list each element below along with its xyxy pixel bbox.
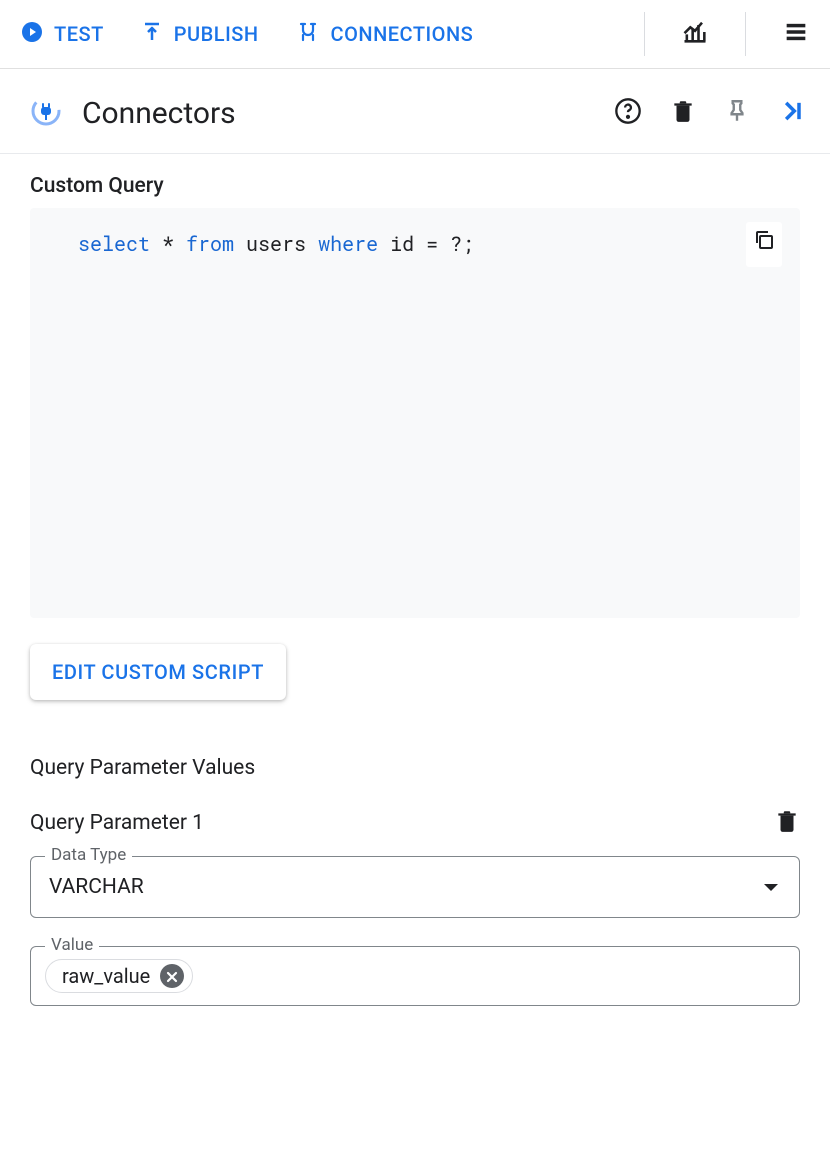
query-code-block: select * from users where id = ?; — [30, 208, 800, 618]
help-button[interactable] — [610, 93, 646, 133]
connector-icon — [30, 95, 62, 131]
kw-from: from — [186, 231, 234, 257]
connections-button[interactable]: CONNECTIONS — [295, 20, 474, 49]
kw-select: select — [78, 231, 150, 257]
upload-icon — [140, 20, 164, 49]
delete-param-button[interactable] — [774, 808, 800, 838]
data-type-select[interactable]: VARCHAR — [31, 857, 799, 917]
data-type-field[interactable]: Data Type VARCHAR — [30, 856, 800, 918]
data-type-legend: Data Type — [45, 845, 132, 865]
chevron-collapse-icon — [778, 97, 806, 129]
publish-button[interactable]: PUBLISH — [140, 20, 259, 49]
chip-text: raw_value — [62, 964, 150, 988]
collapse-button[interactable] — [774, 93, 810, 133]
custom-query-label: Custom Query — [30, 174, 800, 198]
kw-where: where — [318, 231, 378, 257]
divider — [644, 12, 645, 56]
query-param-values-label: Query Parameter Values — [30, 756, 800, 780]
publish-label: PUBLISH — [174, 22, 259, 46]
panel-header: Connectors — [0, 69, 830, 154]
close-icon — [166, 964, 178, 988]
play-icon — [20, 20, 44, 49]
help-icon — [614, 97, 642, 129]
chevron-down-icon — [763, 875, 779, 899]
test-button[interactable]: TEST — [20, 20, 104, 49]
top-toolbar: TEST PUBLISH CONNECTIONS — [0, 0, 830, 69]
value-field-wrap[interactable]: Value raw_value — [30, 946, 800, 1006]
param-header: Query Parameter 1 — [30, 808, 800, 838]
panel-title: Connectors — [82, 96, 590, 131]
trash-icon — [670, 98, 696, 128]
value-field[interactable]: raw_value — [31, 947, 799, 1005]
param-title: Query Parameter 1 — [30, 811, 204, 835]
trash-icon — [774, 819, 800, 838]
copy-icon — [752, 228, 776, 261]
menu-button[interactable] — [782, 18, 810, 50]
value-legend: Value — [45, 935, 99, 955]
connections-label: CONNECTIONS — [331, 22, 474, 46]
edit-custom-script-button[interactable]: EDIT CUSTOM SCRIPT — [30, 644, 286, 700]
data-type-value: VARCHAR — [49, 875, 144, 899]
pin-button[interactable] — [720, 94, 754, 132]
test-label: TEST — [54, 22, 104, 46]
logs-button[interactable] — [681, 18, 709, 50]
query-text: select * from users where id = ?; — [54, 228, 776, 260]
panel-content: Custom Query select * from users where i… — [0, 154, 830, 1054]
value-chip[interactable]: raw_value — [45, 959, 193, 993]
pin-icon — [724, 98, 750, 128]
divider — [745, 12, 746, 56]
chart-icon — [681, 18, 709, 50]
connections-icon — [295, 20, 321, 49]
menu-icon — [782, 18, 810, 50]
delete-button[interactable] — [666, 94, 700, 132]
chip-remove-button[interactable] — [160, 964, 184, 988]
copy-button[interactable] — [746, 222, 782, 267]
